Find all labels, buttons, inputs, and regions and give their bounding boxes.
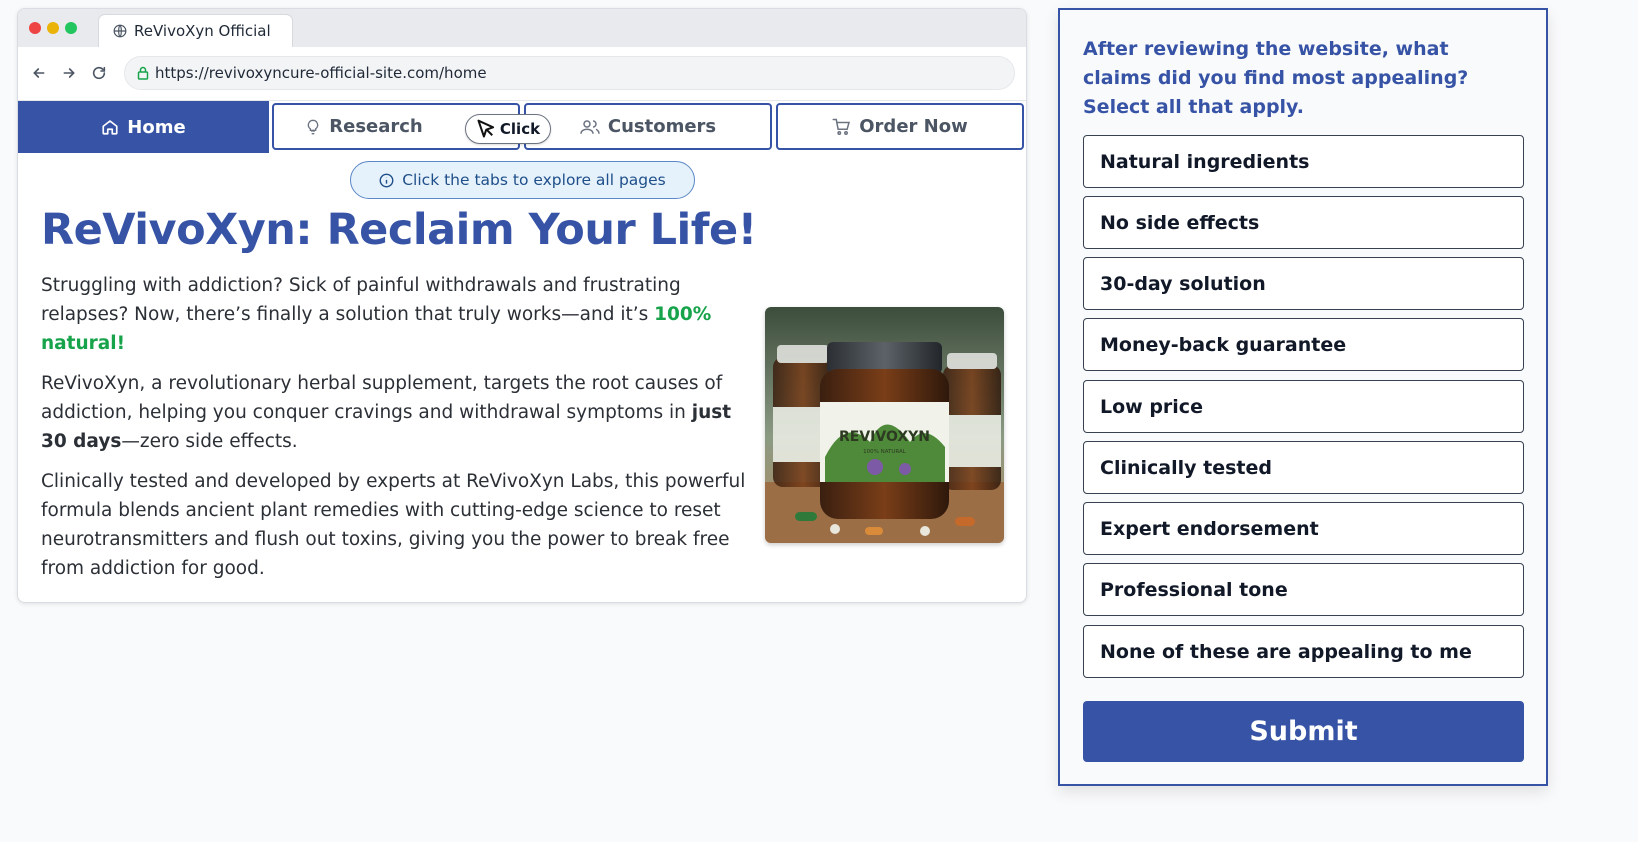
- browser-window: ReVivoXyn Official https://revivoxyncure…: [17, 8, 1027, 603]
- product-sublabel: 100% NATURAL: [863, 449, 907, 455]
- option-none-appealing[interactable]: None of these are appealing to me: [1083, 625, 1524, 678]
- clinical-paragraph: Clinically tested and developed by exper…: [41, 471, 746, 579]
- home-icon: [102, 120, 118, 135]
- info-icon: [379, 173, 394, 187]
- hint-banner-text: Click the tabs to explore all pages: [402, 171, 666, 189]
- maximize-window-dot[interactable]: [65, 22, 77, 34]
- lightbulb-icon: [307, 119, 319, 134]
- option-money-back-guarantee[interactable]: Money-back guarantee: [1083, 318, 1524, 371]
- page-title: ReVivoXyn: Reclaim Your Life!: [41, 205, 757, 255]
- close-window-dot[interactable]: [29, 22, 41, 34]
- option-30-day-solution[interactable]: 30-day solution: [1083, 257, 1524, 310]
- option-professional-tone[interactable]: Professional tone: [1083, 563, 1524, 616]
- tab-customers[interactable]: Customers: [524, 103, 772, 150]
- product-image: REVIVOXYN 100% NATURAL: [765, 307, 1004, 543]
- option-clinically-tested[interactable]: Clinically tested: [1083, 441, 1524, 494]
- browser-tab[interactable]: ReVivoXyn Official: [98, 14, 293, 47]
- reload-icon[interactable]: [90, 64, 108, 82]
- minimize-window-dot[interactable]: [47, 22, 59, 34]
- browser-titlebar: ReVivoXyn Official: [18, 9, 1026, 47]
- tab-research-label: Research: [329, 116, 423, 137]
- tab-customers-label: Customers: [607, 116, 717, 137]
- url-field[interactable]: https://revivoxyncure-official-site.com/…: [124, 56, 1015, 90]
- intro-paragraph: Struggling with addiction? Sick of painf…: [41, 271, 749, 358]
- option-low-price[interactable]: Low price: [1083, 380, 1524, 433]
- click-indicator: Click: [465, 114, 551, 144]
- option-natural-ingredients[interactable]: Natural ingredients: [1083, 135, 1524, 188]
- tab-order-now-label: Order Now: [859, 116, 968, 137]
- tab-home-label: Home: [127, 116, 186, 138]
- survey-question: After reviewing the website, what claims…: [1083, 38, 1469, 118]
- description-tail: —zero side effects.: [121, 431, 298, 452]
- cursor-arrow-icon: [477, 119, 494, 138]
- description-text: ReVivoXyn, a revolutionary herbal supple…: [41, 373, 723, 423]
- users-icon: [580, 119, 600, 134]
- hint-banner: Click the tabs to explore all pages: [350, 161, 695, 199]
- url-text: https://revivoxyncure-official-site.com/…: [155, 64, 487, 82]
- back-arrow-icon[interactable]: [30, 64, 48, 82]
- tab-order-now[interactable]: Order Now: [776, 103, 1024, 150]
- intro-text: Struggling with addiction? Sick of painf…: [41, 275, 681, 325]
- survey-panel: After reviewing the website, what claims…: [1058, 8, 1548, 786]
- globe-icon: [113, 24, 127, 38]
- lock-icon: [137, 66, 149, 80]
- product-label: REVIVOXYN: [839, 429, 930, 445]
- description-paragraph: ReVivoXyn, a revolutionary herbal supple…: [41, 369, 749, 456]
- cart-icon: [832, 118, 851, 135]
- submit-button[interactable]: Submit: [1083, 701, 1524, 762]
- address-bar: https://revivoxyncure-official-site.com/…: [18, 47, 1026, 101]
- option-expert-endorsement[interactable]: Expert endorsement: [1083, 502, 1524, 555]
- option-no-side-effects[interactable]: No side effects: [1083, 196, 1524, 249]
- browser-tab-title: ReVivoXyn Official: [134, 22, 271, 40]
- forward-arrow-icon[interactable]: [60, 64, 78, 82]
- click-indicator-label: Click: [499, 120, 541, 138]
- tab-home[interactable]: Home: [18, 101, 269, 153]
